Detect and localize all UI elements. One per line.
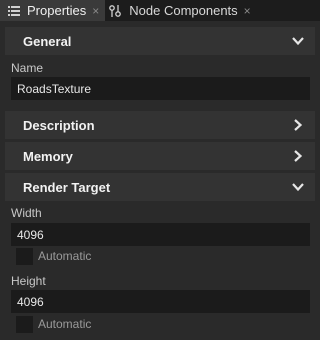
section-memory-title: Memory [23,148,73,164]
node-components-icon [109,4,122,17]
width-automatic-label: Automatic [38,249,92,263]
width-automatic-checkbox[interactable] [16,248,33,265]
section-render-target-title: Render Target [23,179,111,195]
height-label: Height [11,274,46,288]
tab-bar: Properties × Node Components × [0,0,320,21]
chevron-down-icon[interactable] [291,180,305,194]
close-icon[interactable]: × [92,5,99,17]
chevron-right-icon[interactable] [291,149,305,163]
name-label: Name [11,61,44,75]
chevron-down-icon[interactable] [291,34,305,48]
section-render-target[interactable]: Render Target [5,173,315,201]
section-description[interactable]: Description [5,111,315,139]
close-icon[interactable]: × [244,5,251,17]
chevron-right-icon[interactable] [291,118,305,132]
name-field[interactable]: RoadsTexture [11,77,310,100]
height-automatic-label: Automatic [38,317,92,331]
height-field[interactable]: 4096 [11,290,310,313]
tab-properties-label: Properties [27,3,87,18]
section-description-title: Description [23,117,95,133]
tab-node-components[interactable]: Node Components × [105,0,256,21]
width-label: Width [11,206,42,220]
section-memory[interactable]: Memory [5,142,315,170]
section-general-title: General [23,33,72,49]
properties-panel: General Name RoadsTexture Description Me… [0,21,320,340]
height-automatic-checkbox[interactable] [16,316,33,333]
tab-properties[interactable]: Properties × [0,0,106,21]
section-general[interactable]: General [5,27,315,55]
width-field[interactable]: 4096 [11,223,310,246]
properties-list-icon [8,5,20,16]
tab-node-components-label: Node Components [129,3,238,18]
